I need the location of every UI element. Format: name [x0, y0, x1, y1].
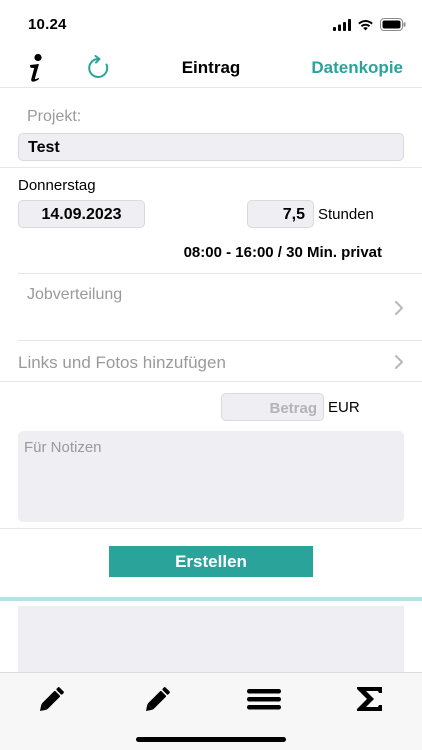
- project-field[interactable]: Test: [18, 133, 404, 161]
- notes-placeholder: Für Notizen: [24, 439, 102, 456]
- currency-label: EUR: [328, 399, 360, 416]
- data-copy-button[interactable]: Datenkopie: [311, 58, 403, 78]
- preview-panel: [18, 606, 404, 672]
- battery-icon: [380, 18, 406, 31]
- project-label: Projekt:: [27, 108, 82, 125]
- job-distribution-label[interactable]: Jobverteilung: [27, 286, 122, 304]
- notes-textarea[interactable]: Für Notizen: [18, 431, 404, 522]
- weekday-label: Donnerstag: [18, 177, 96, 194]
- sigma-icon[interactable]: [355, 685, 385, 713]
- amount-placeholder: Betrag: [269, 400, 317, 417]
- divider: [18, 273, 422, 274]
- wifi-icon: [358, 19, 373, 30]
- pencil-icon[interactable]: [37, 685, 67, 713]
- nav-bar: Eintrag Datenkopie: [0, 48, 422, 88]
- project-value: Test: [28, 139, 60, 156]
- home-indicator: [136, 737, 286, 742]
- status-time: 10.24: [28, 16, 67, 33]
- divider: [0, 381, 422, 382]
- chevron-right-icon[interactable]: [394, 354, 404, 370]
- divider: [0, 167, 422, 168]
- amount-field[interactable]: Betrag: [221, 393, 324, 421]
- create-button[interactable]: Erstellen: [109, 546, 313, 577]
- date-value: 14.09.2023: [41, 206, 122, 223]
- signal-icon: [333, 18, 351, 31]
- hours-field[interactable]: 7,5: [247, 200, 314, 228]
- date-field[interactable]: 14.09.2023: [18, 200, 145, 228]
- divider: [18, 340, 422, 341]
- hours-unit: Stunden: [318, 206, 374, 223]
- pencil-icon[interactable]: [143, 685, 173, 713]
- divider: [0, 528, 422, 529]
- status-bar: 10.24: [0, 0, 422, 48]
- section-separator: [0, 597, 422, 601]
- menu-icon[interactable]: [247, 685, 281, 713]
- links-photos-label[interactable]: Links und Fotos hinzufügen: [18, 353, 226, 373]
- time-summary[interactable]: 08:00 - 16:00 / 30 Min. privat: [184, 244, 382, 261]
- status-icons: [333, 18, 406, 31]
- hours-value: 7,5: [282, 206, 305, 223]
- chevron-right-icon[interactable]: [394, 300, 404, 316]
